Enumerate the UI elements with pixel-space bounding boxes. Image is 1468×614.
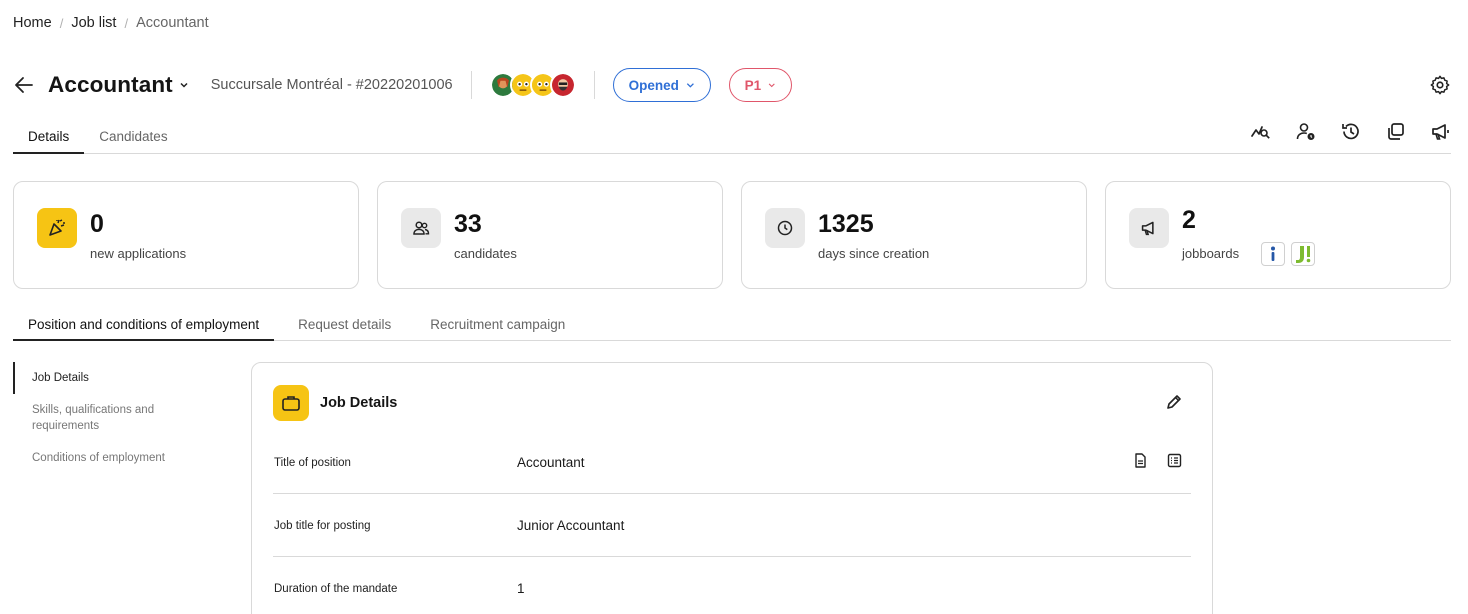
new-applications-label: new applications bbox=[90, 246, 187, 261]
stat-card-jobboards[interactable]: 2 jobboards bbox=[1105, 181, 1451, 289]
tab-request-details[interactable]: Request details bbox=[283, 309, 406, 341]
chevron-down-icon bbox=[686, 83, 694, 88]
breadcrumb: Home / Job list / Accountant bbox=[13, 15, 209, 31]
detail-row: Title of position Accountant bbox=[273, 431, 1191, 494]
chevron-down-icon[interactable] bbox=[179, 80, 189, 90]
jobboards-count: 2 bbox=[1182, 206, 1196, 234]
stat-card-candidates[interactable]: 33 candidates bbox=[377, 181, 723, 289]
team-avatars[interactable] bbox=[489, 72, 576, 98]
gear-icon[interactable] bbox=[1429, 74, 1451, 96]
tab-candidates[interactable]: Candidates bbox=[84, 121, 182, 154]
row-label: Title of position bbox=[274, 456, 351, 469]
job-details-panel: Job Details Title of position Accountant… bbox=[251, 362, 1213, 614]
breadcrumb-separator: / bbox=[59, 15, 64, 31]
detail-row: Duration of the mandate 1 bbox=[273, 557, 1191, 614]
page-title: Accountant bbox=[48, 72, 173, 97]
candidates-label: candidates bbox=[454, 246, 517, 261]
job-subtitle: Succursale Montréal - #20220201006 bbox=[210, 77, 453, 93]
stat-card-new-applications[interactable]: 0 new applications bbox=[13, 181, 359, 289]
tab-position-conditions[interactable]: Position and conditions of employment bbox=[13, 309, 275, 341]
new-applications-count: 0 bbox=[90, 210, 104, 238]
history-icon[interactable] bbox=[1340, 121, 1361, 142]
breadcrumb-job-list[interactable]: Job list bbox=[71, 15, 116, 31]
breadcrumb-current: Accountant bbox=[136, 15, 209, 31]
row-label: Job title for posting bbox=[274, 519, 371, 532]
sidenav-item-conditions[interactable]: Conditions of employment bbox=[13, 442, 193, 474]
avatar[interactable] bbox=[549, 72, 576, 98]
jobillico-logo-icon[interactable] bbox=[1291, 242, 1315, 266]
stats-row: 0 new applications 33 candidates 1325 da… bbox=[13, 181, 1451, 289]
row-value: 1 bbox=[517, 581, 525, 596]
tab-recruitment-campaign[interactable]: Recruitment campaign bbox=[415, 309, 580, 341]
list-icon[interactable] bbox=[1166, 452, 1183, 469]
briefcase-icon bbox=[273, 385, 309, 421]
breadcrumb-home[interactable]: Home bbox=[13, 15, 52, 31]
chevron-down-icon bbox=[768, 83, 775, 88]
section-tabs: Position and conditions of employment Re… bbox=[13, 309, 1451, 341]
days-label: days since creation bbox=[818, 246, 930, 261]
assign-user-icon[interactable] bbox=[1295, 121, 1316, 142]
jobboard-logos bbox=[1261, 242, 1315, 266]
action-toolbar bbox=[1250, 121, 1451, 142]
stat-card-days[interactable]: 1325 days since creation bbox=[741, 181, 1087, 289]
status-label: Opened bbox=[628, 77, 679, 93]
megaphone-icon[interactable] bbox=[1430, 121, 1451, 142]
row-label: Duration of the mandate bbox=[274, 582, 398, 595]
row-actions bbox=[1132, 452, 1183, 469]
divider bbox=[470, 71, 472, 99]
priority-dropdown[interactable]: P1 bbox=[728, 68, 792, 102]
sidenav-item-job-details[interactable]: Job Details bbox=[13, 362, 193, 394]
back-arrow-icon[interactable] bbox=[13, 74, 35, 96]
divider bbox=[593, 71, 595, 99]
jobboards-label: jobboards bbox=[1182, 246, 1240, 261]
candidates-count: 33 bbox=[454, 210, 482, 238]
main-tabs: Details Candidates bbox=[13, 121, 1451, 154]
clock-icon bbox=[765, 208, 805, 248]
breadcrumb-separator: / bbox=[124, 15, 129, 31]
panel-header: Job Details bbox=[273, 385, 397, 421]
row-value: Accountant bbox=[517, 455, 585, 470]
users-icon bbox=[401, 208, 441, 248]
section-side-nav: Job Details Skills, qualifications and r… bbox=[13, 362, 213, 474]
document-icon[interactable] bbox=[1132, 452, 1149, 469]
tab-details[interactable]: Details bbox=[13, 121, 85, 154]
indeed-logo-icon[interactable] bbox=[1261, 242, 1285, 266]
analytics-icon[interactable] bbox=[1250, 121, 1271, 142]
status-dropdown[interactable]: Opened bbox=[612, 68, 711, 102]
duplicate-icon[interactable] bbox=[1385, 121, 1406, 142]
sidenav-item-skills[interactable]: Skills, qualifications and requirements bbox=[13, 394, 193, 442]
panel-title: Job Details bbox=[320, 395, 398, 411]
priority-label: P1 bbox=[744, 77, 762, 93]
page-header: Accountant Succursale Montréal - #202202… bbox=[13, 64, 1451, 106]
days-count: 1325 bbox=[818, 210, 874, 238]
party-popper-icon bbox=[37, 208, 77, 248]
detail-row: Job title for posting Junior Accountant bbox=[273, 494, 1191, 557]
megaphone-icon bbox=[1129, 208, 1169, 248]
pencil-icon[interactable] bbox=[1165, 393, 1183, 411]
row-value: Junior Accountant bbox=[517, 518, 625, 533]
